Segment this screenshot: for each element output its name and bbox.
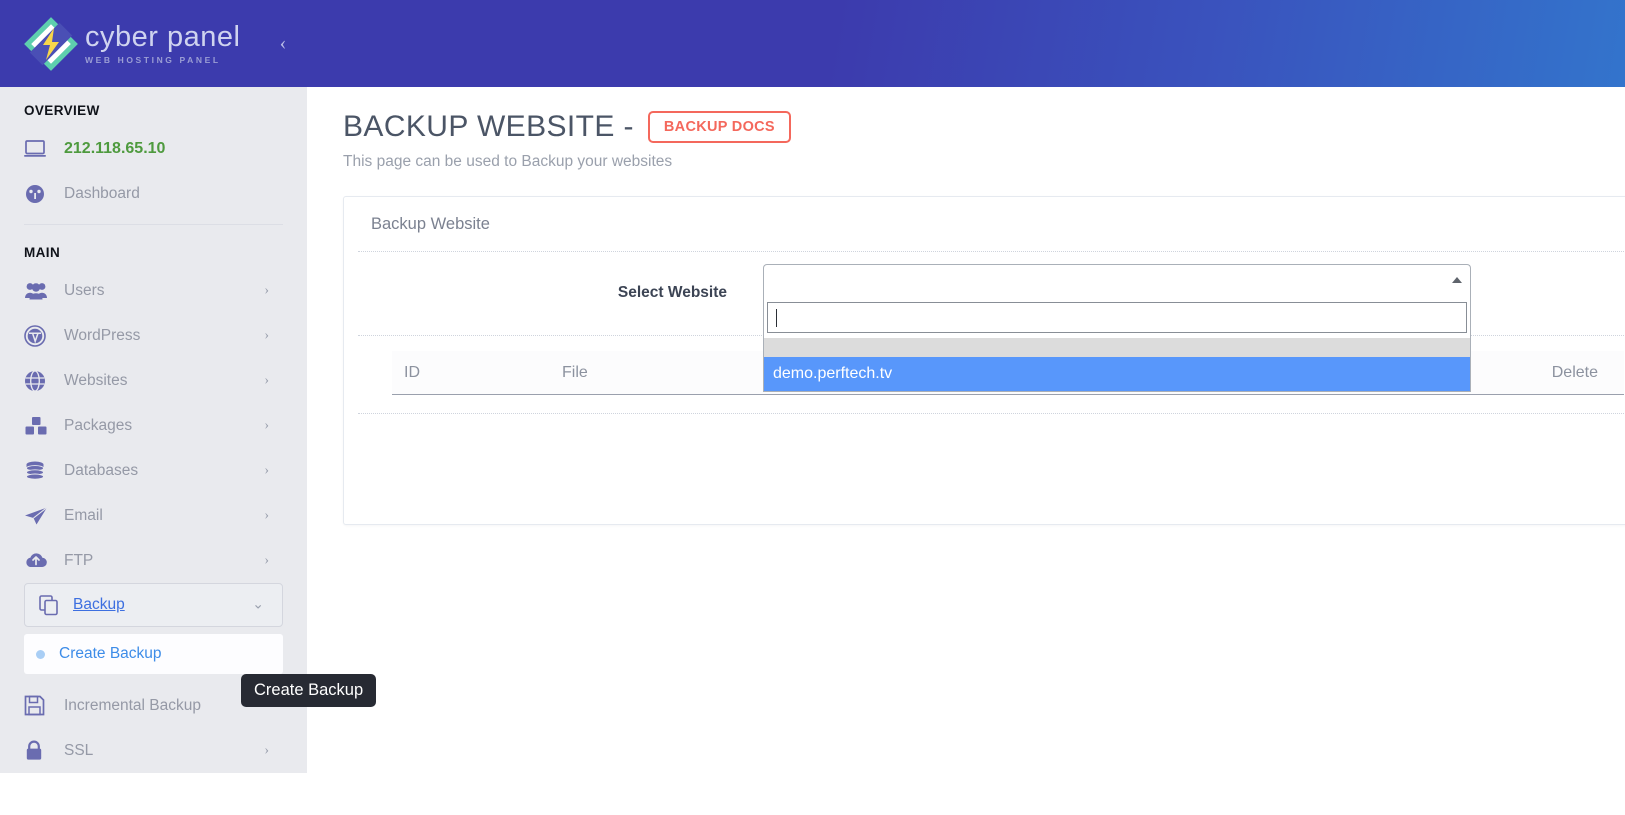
- brand-logo-block: cyber panel WEB HOSTING PANEL ‹: [0, 0, 307, 87]
- sidebar-item-label: Websites: [64, 371, 128, 389]
- sidebar-item-label: FTP: [64, 551, 94, 569]
- dashboard-gauge-icon: [24, 184, 64, 204]
- database-icon: [24, 461, 64, 481]
- chevron-right-icon: ›: [264, 417, 269, 433]
- card-heading: Backup Website: [371, 214, 490, 233]
- chevron-right-icon: ›: [264, 372, 269, 388]
- sidebar: OVERVIEW 212.118.65.10 Dashboard MAIN Us…: [0, 87, 307, 773]
- sidebar-item-server-ip[interactable]: 212.118.65.10: [0, 126, 307, 171]
- chevron-right-icon: ›: [264, 327, 269, 343]
- backup-docs-button[interactable]: BACKUP DOCS: [647, 111, 791, 143]
- main-content: BACKUP WEBSITE - BACKUP DOCS This page c…: [307, 87, 1625, 815]
- sidebar-item-label: Users: [64, 281, 105, 299]
- sidebar-item-backup[interactable]: Backup ⌄: [24, 583, 283, 627]
- packages-boxes-icon: [24, 416, 64, 436]
- website-select-container: demo.perftech.tv: [763, 264, 1471, 392]
- website-select-dropdown: demo.perftech.tv: [763, 294, 1471, 392]
- monitor-icon: [24, 139, 64, 158]
- sidebar-item-packages[interactable]: Packages ›: [0, 403, 307, 448]
- page-header: BACKUP WEBSITE - BACKUP DOCS This page c…: [307, 87, 1625, 171]
- sidebar-item-label: Databases: [64, 461, 139, 479]
- text-cursor-icon: [776, 308, 777, 327]
- sidebar-item-databases[interactable]: Databases ›: [0, 448, 307, 493]
- page-title-row: BACKUP WEBSITE - BACKUP DOCS: [343, 110, 1625, 144]
- sidebar-item-ftp[interactable]: FTP ›: [0, 538, 307, 583]
- chevron-left-icon[interactable]: ‹: [272, 30, 294, 56]
- sidebar-item-label: Incremental Backup: [64, 696, 201, 714]
- top-header-bar: [307, 0, 1625, 87]
- chevron-down-icon: ⌄: [252, 597, 264, 613]
- table-column-delete: Delete: [1551, 363, 1598, 381]
- sidebar-item-dashboard[interactable]: Dashboard: [0, 171, 307, 216]
- card-divider-bottom: [358, 413, 1625, 414]
- floppy-save-icon: [24, 695, 64, 716]
- sidebar-item-label: Dashboard: [64, 184, 140, 202]
- sidebar-item-label: Email: [64, 506, 103, 524]
- sidebar-section-overview: OVERVIEW: [24, 103, 100, 118]
- select-website-label: Select Website: [617, 284, 727, 301]
- sidebar-item-label: Backup: [73, 596, 125, 613]
- brand-tagline: WEB HOSTING PANEL: [85, 55, 221, 65]
- website-option-item[interactable]: demo.perftech.tv: [764, 357, 1470, 391]
- sidebar-item-websites[interactable]: Websites ›: [0, 358, 307, 403]
- caret-up-icon: [1452, 276, 1462, 283]
- bullet-dot-icon: [36, 649, 45, 659]
- page-subtitle: This page can be used to Backup your web…: [343, 153, 673, 170]
- website-search-input[interactable]: [767, 302, 1467, 333]
- sidebar-item-wordpress[interactable]: WordPress ›: [0, 313, 307, 358]
- sidebar-item-label: SSL: [64, 741, 94, 759]
- sidebar-item-ssl[interactable]: SSL ›: [0, 728, 307, 773]
- sidebar-section-main: MAIN: [24, 245, 61, 260]
- copy-files-icon: [25, 594, 73, 616]
- lock-icon: [24, 740, 64, 761]
- table-column-id: ID: [404, 363, 420, 381]
- cyberpanel-logo-icon: [24, 17, 78, 71]
- sidebar-item-label: Create Backup: [59, 645, 162, 662]
- create-backup-tooltip: Create Backup: [241, 674, 377, 707]
- globe-icon: [24, 369, 64, 392]
- sidebar-item-email[interactable]: Email ›: [0, 493, 307, 538]
- brand-name: cyber panel: [85, 21, 241, 53]
- sidebar-item-label: Packages: [64, 416, 133, 434]
- sidebar-item-label: 212.118.65.10: [64, 139, 166, 157]
- dropdown-spacer-row: [764, 338, 1470, 357]
- backup-website-card: Backup Website Select Website demo.perft…: [343, 196, 1625, 525]
- select-website-row: Select Website demo.perftech.tv: [344, 252, 1625, 392]
- sidebar-item-users[interactable]: Users ›: [0, 268, 307, 313]
- chevron-right-icon: ›: [264, 282, 269, 298]
- page-title: BACKUP WEBSITE -: [343, 110, 634, 143]
- brand-wordmark: cyber panel WEB HOSTING PANEL: [85, 21, 245, 65]
- chevron-right-icon: ›: [264, 507, 269, 523]
- chevron-right-icon: ›: [264, 552, 269, 568]
- paper-plane-icon: [24, 506, 64, 526]
- cloud-upload-icon: [24, 551, 64, 570]
- chevron-right-icon: ›: [264, 742, 269, 758]
- app-root: cyber panel WEB HOSTING PANEL ‹ OVERVIEW…: [0, 0, 1625, 815]
- sidebar-item-label: WordPress: [64, 326, 141, 344]
- website-select-input[interactable]: [763, 264, 1471, 294]
- chevron-right-icon: ›: [264, 462, 269, 478]
- sidebar-item-create-backup[interactable]: Create Backup: [24, 634, 283, 674]
- wordpress-icon: [24, 324, 64, 347]
- users-icon: [24, 281, 64, 300]
